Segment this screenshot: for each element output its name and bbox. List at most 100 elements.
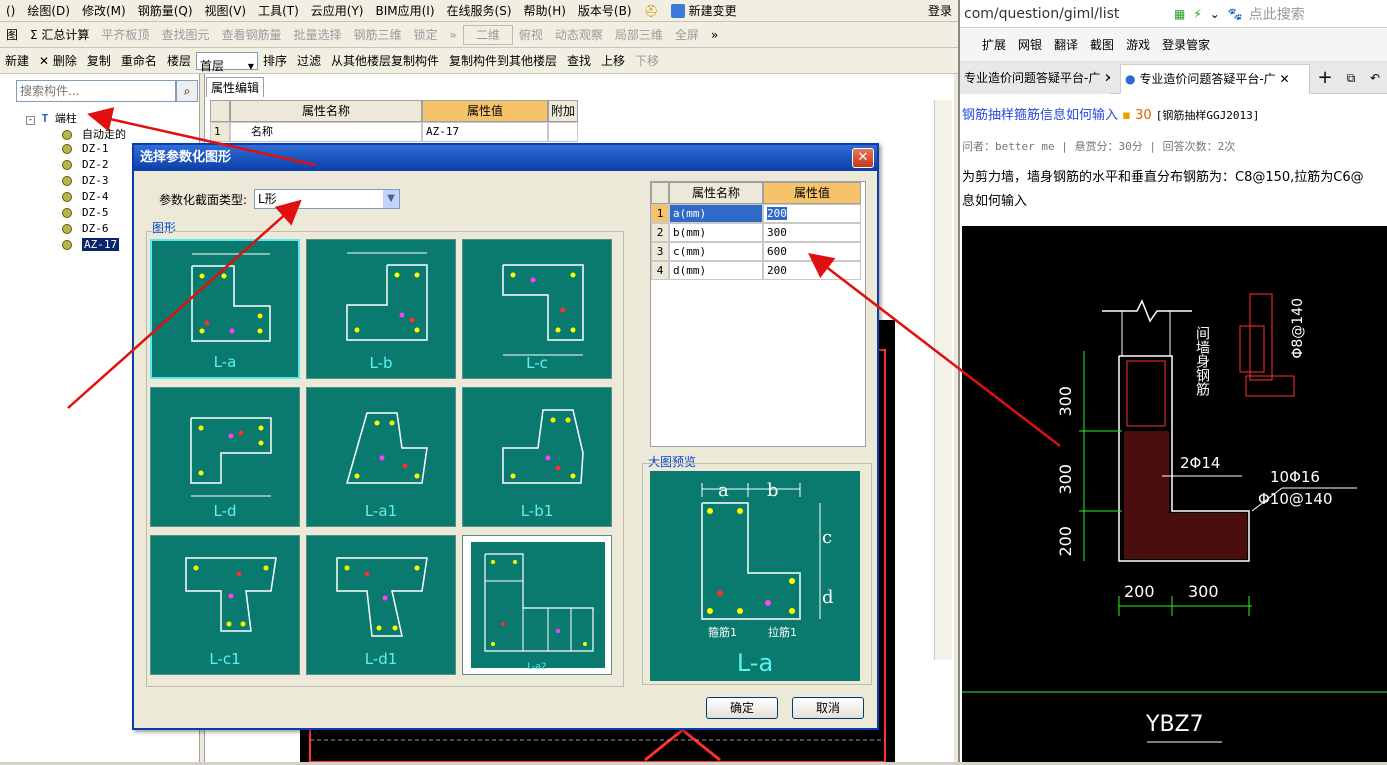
move-up-button[interactable]: 上移 — [596, 48, 630, 73]
question-title[interactable]: 钢筋抽样箍筋信息如何输入 — [962, 108, 1118, 123]
tree-item[interactable]: DZ-6 — [62, 222, 109, 235]
delete-button[interactable]: ✕ 删除 — [34, 48, 82, 73]
translate-button[interactable]: 翻译 — [1048, 28, 1084, 61]
tree-item[interactable]: 自动走的 — [62, 126, 126, 142]
close-icon: ✕ — [39, 53, 53, 68]
menu-item-help[interactable]: 帮助(H) — [518, 0, 572, 21]
bank-button[interactable]: 网银 — [1012, 28, 1048, 61]
floor-select[interactable]: 首层 ▾ — [195, 51, 258, 73]
copy-button[interactable]: 复制 — [82, 48, 116, 73]
tree-item[interactable]: DZ-5 — [62, 206, 109, 219]
tree-item[interactable]: DZ-2 — [62, 158, 109, 171]
summary-calc-button[interactable]: Σ 汇总计算 — [24, 22, 95, 47]
menu-item-draw[interactable]: 绘图(D) — [21, 0, 76, 21]
menu-item-view[interactable]: 视图(V) — [199, 0, 253, 21]
copy-to-floor-button[interactable]: 复制构件到其他楼层 — [444, 48, 562, 73]
games-button[interactable]: 游戏 — [1120, 28, 1156, 61]
address-url[interactable]: com/question/giml/list — [960, 6, 1170, 22]
restore-tab-icon[interactable]: ⧉ — [1340, 64, 1362, 94]
param-row-value[interactable]: 600 — [763, 242, 861, 261]
shape-tile-ld1[interactable]: L-d1 — [306, 535, 456, 675]
lightning-icon[interactable]: ⚡ — [1189, 7, 1205, 21]
copy-from-floor-button[interactable]: 从其他楼层复制构件 — [326, 48, 444, 73]
prop-row-extra[interactable] — [548, 122, 578, 142]
ok-button[interactable]: 确定 — [706, 697, 778, 719]
vertical-scrollbar[interactable] — [934, 100, 952, 660]
param-row-value-input[interactable]: 200 — [763, 204, 861, 223]
new-button[interactable]: 新建 — [0, 48, 34, 73]
find-button[interactable]: 查找 — [562, 48, 596, 73]
component-search-input[interactable]: 搜索构件... — [16, 80, 176, 102]
close-icon[interactable]: ✕ — [1100, 71, 1110, 85]
screenshot-button[interactable]: 截图 — [1084, 28, 1120, 61]
search-engine-icon[interactable]: 🐾 — [1224, 7, 1247, 21]
extensions-button[interactable]: 扩展 — [960, 28, 1012, 61]
shape-tile-lb1[interactable]: L-b1 — [462, 387, 612, 527]
browser-window: com/question/giml/list ▦ ⚡ ⌄ 🐾 点此搜索 扩展 网… — [958, 0, 1387, 762]
tree-root[interactable]: - T 端柱 — [26, 110, 77, 126]
undo-icon[interactable]: ↶ — [1364, 64, 1386, 94]
section-type-select[interactable]: L形 ▼ — [254, 189, 400, 209]
chevron-right-icon[interactable]: » — [444, 22, 463, 47]
filter-button[interactable]: 过滤 — [292, 48, 326, 73]
batch-select-button[interactable]: 批量选择 — [287, 22, 347, 47]
sort-button[interactable]: 排序 — [258, 48, 292, 73]
shape-tile-la2[interactable]: L-a2 — [462, 535, 612, 675]
dynamic-orbit-button[interactable]: 动态观察 — [549, 22, 609, 47]
menu-item-rebar-qty[interactable]: 钢筋量(Q) — [132, 0, 199, 21]
close-icon[interactable]: ✕ — [1276, 72, 1289, 86]
question-tag[interactable]: [钢筋抽样GGJ2013] — [1156, 109, 1260, 122]
login-manager-button[interactable]: 登录管家 — [1156, 28, 1216, 61]
qr-icon[interactable]: ▦ — [1170, 7, 1189, 21]
view-rebar-qty-button[interactable]: 查看钢筋量 — [215, 22, 287, 47]
menu-item-partial[interactable]: () — [0, 0, 21, 21]
grid-corner — [210, 100, 230, 122]
find-element-button[interactable]: 查找图元 — [155, 22, 215, 47]
fullscreen-button[interactable]: 全屏 — [669, 22, 705, 47]
tree-item[interactable]: DZ-4 — [62, 190, 109, 203]
local-3d-button[interactable]: 局部三维 — [609, 22, 669, 47]
shape-tile-ld[interactable]: L-d — [150, 387, 300, 527]
shape-tile-la[interactable]: L-a — [150, 239, 300, 379]
browser-tab[interactable]: 专业造价问题答疑平台-广 ✕ — [960, 64, 1110, 94]
browser-tab-active[interactable]: ● 专业造价问题答疑平台-广 ✕ — [1120, 64, 1310, 94]
align-slab-top-button[interactable]: 平齐板顶 — [95, 22, 155, 47]
tree-item-selected[interactable]: AZ-17 — [62, 238, 120, 251]
cancel-button[interactable]: 取消 — [792, 697, 864, 719]
shape-tile-lb[interactable]: L-b — [306, 239, 456, 379]
close-icon[interactable]: ✕ — [852, 148, 874, 168]
move-down-button[interactable]: 下移 — [630, 48, 664, 73]
collapse-icon[interactable]: - — [26, 116, 35, 125]
menu-item-bim[interactable]: BIM应用(I) — [370, 0, 441, 21]
shape-tile-lc[interactable]: L-c — [462, 239, 612, 379]
shape-tile-lc1[interactable]: L-c1 — [150, 535, 300, 675]
prop-row-value[interactable]: AZ-17 — [422, 122, 548, 142]
new-change-button[interactable]: 新建变更 — [665, 0, 743, 21]
tree-item[interactable]: DZ-1 — [62, 142, 109, 155]
new-tab-button[interactable]: + — [1314, 64, 1336, 94]
cad-dim-300-bottom: 300 — [1188, 582, 1219, 601]
rebar-3d-button[interactable]: 钢筋三维 — [347, 22, 407, 47]
menu-item-modify[interactable]: 修改(M) — [76, 0, 132, 21]
search-icon[interactable]: ⌕ — [176, 80, 198, 102]
menu-item-tools[interactable]: 工具(T) — [252, 0, 305, 21]
shape-tile-la1[interactable]: L-a1 — [306, 387, 456, 527]
menu-item-online[interactable]: 在线服务(S) — [441, 0, 518, 21]
menu-item-version[interactable]: 版本号(B) — [572, 0, 638, 21]
chevron-right-icon[interactable]: » — [705, 22, 724, 47]
menu-item-cloud[interactable]: 云应用(Y) — [305, 0, 370, 21]
param-row-value[interactable]: 300 — [763, 223, 861, 242]
login-link[interactable]: 登录 — [922, 0, 958, 21]
rename-button[interactable]: 重命名 — [116, 48, 162, 73]
tree-item-label: DZ-2 — [82, 158, 109, 171]
top-view-button[interactable]: 俯视 — [513, 22, 549, 47]
chevron-down-icon[interactable]: ▼ — [383, 190, 399, 208]
tree-item[interactable]: DZ-3 — [62, 174, 109, 187]
lock-button[interactable]: 锁定 — [408, 22, 444, 47]
param-row-value[interactable]: 200 — [763, 261, 861, 280]
chevron-down-icon[interactable]: ⌄ — [1206, 7, 1224, 21]
tab-property-edit[interactable]: 属性编辑 — [206, 77, 264, 97]
component-icon — [62, 192, 72, 202]
browser-search-input[interactable]: 点此搜索 — [1247, 4, 1305, 24]
view-mode-select[interactable]: 二维 — [462, 24, 513, 45]
